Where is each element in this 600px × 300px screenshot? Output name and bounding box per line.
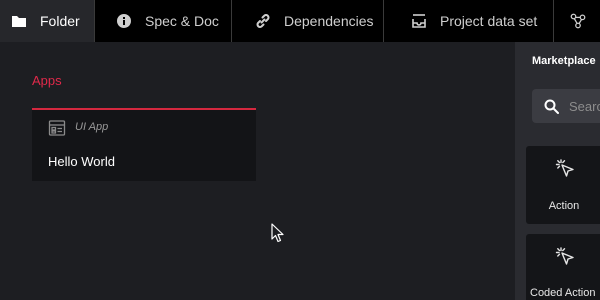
marketplace-title: Marketplace (532, 55, 596, 67)
marketplace-search[interactable] (532, 89, 600, 123)
marketplace-item-action-label: Action (548, 200, 580, 212)
graph-nodes-icon (569, 12, 587, 30)
click-pointer-icon (555, 158, 577, 180)
main-content: Apps UI App Hello World (0, 42, 515, 300)
marketplace-search-input[interactable] (569, 98, 600, 114)
tab-dependencies-label: Dependencies (284, 13, 374, 29)
marketplace-item-coded-action-label: Coded Action (530, 287, 596, 299)
search-icon (544, 99, 559, 114)
folder-icon (10, 12, 28, 30)
app-card-hello-world[interactable]: UI App Hello World (32, 108, 256, 181)
tab-folder-label: Folder (40, 13, 80, 29)
link-icon (254, 12, 272, 30)
click-pointer-icon (555, 246, 577, 268)
app-card-kind: UI App (75, 121, 109, 133)
ui-app-icon (48, 119, 66, 137)
tab-project-data-set-label: Project data set (440, 13, 538, 29)
tab-spec-doc-label: Spec & Doc (145, 13, 219, 29)
dataset-icon (410, 12, 428, 30)
marketplace-item-coded-action[interactable]: Coded Action (526, 234, 600, 300)
info-icon (115, 12, 133, 30)
tab-folder[interactable]: Folder (0, 0, 95, 42)
tab-dependencies[interactable]: Dependencies (232, 0, 384, 42)
tab-graph[interactable] (554, 0, 600, 42)
apps-section-title: Apps (32, 73, 62, 88)
top-tab-bar: Folder Spec & Doc Dependencies Project d… (0, 0, 600, 42)
mouse-pointer-icon (271, 223, 285, 243)
marketplace-panel: Marketplace Action Coded Action (515, 42, 600, 300)
tab-project-data-set[interactable]: Project data set (384, 0, 554, 42)
marketplace-item-action[interactable]: Action (526, 146, 600, 224)
tab-spec-doc[interactable]: Spec & Doc (95, 0, 232, 42)
app-card-name: Hello World (48, 154, 115, 169)
